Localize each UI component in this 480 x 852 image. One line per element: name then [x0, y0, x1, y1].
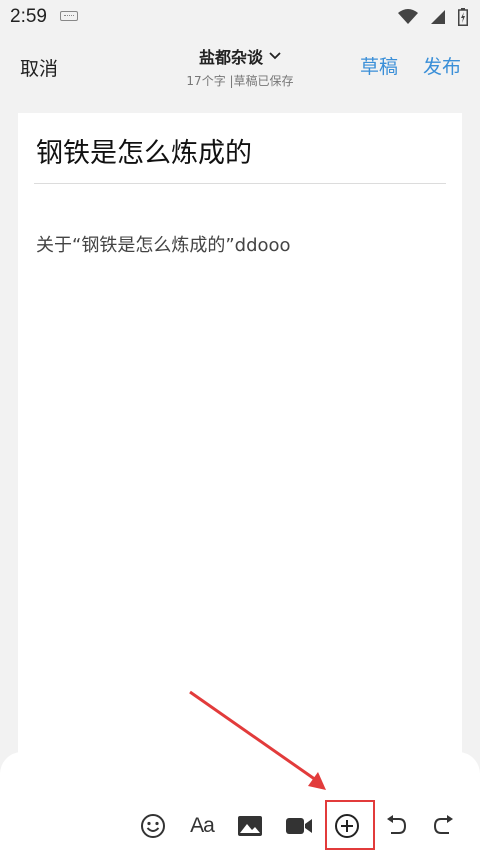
status-bar: 2:59: [0, 0, 480, 34]
word-count-status: 17个字 |草稿已保存: [186, 74, 294, 88]
publish-button[interactable]: 发布: [423, 52, 461, 79]
redo-icon: [433, 815, 453, 834]
header-center: 盐都杂谈 17个字 |草稿已保存: [160, 44, 320, 89]
status-time: 2:59: [10, 6, 47, 27]
cancel-button[interactable]: 取消: [20, 54, 58, 81]
video-camera-icon: [286, 818, 312, 834]
wifi-icon: [398, 9, 418, 24]
undo-button[interactable]: [380, 810, 412, 842]
editor-toolbar: Aa: [0, 810, 480, 846]
title-divider: [34, 183, 446, 184]
keyboard-icon: [60, 11, 78, 21]
emoji-button[interactable]: [137, 810, 169, 842]
status-icons: [398, 8, 468, 26]
editor-card: 钢铁是怎么炼成的 关于“钢铁是怎么炼成的”ddooo: [18, 113, 462, 803]
draft-button[interactable]: 草稿: [360, 52, 398, 79]
editor-header: 取消 盐都杂谈 17个字 |草稿已保存 草稿 发布: [0, 34, 480, 96]
font-style-label: Aa: [190, 814, 215, 837]
signal-icon: [431, 10, 445, 24]
highlight-box: [325, 800, 375, 850]
column-title: 盐都杂谈: [198, 48, 263, 67]
image-icon: [238, 816, 262, 836]
column-selector[interactable]: 盐都杂谈: [199, 44, 281, 68]
body-input[interactable]: 关于“钢铁是怎么炼成的”ddooo: [36, 231, 291, 257]
battery-icon: [458, 8, 468, 26]
title-input[interactable]: 钢铁是怎么炼成的: [36, 131, 252, 170]
undo-icon: [387, 815, 407, 834]
image-button[interactable]: [234, 810, 266, 842]
redo-button[interactable]: [428, 810, 460, 842]
emoji-icon: [141, 814, 165, 838]
chevron-down-icon: [269, 52, 281, 60]
video-button[interactable]: [283, 810, 315, 842]
font-style-button[interactable]: Aa: [186, 810, 218, 842]
